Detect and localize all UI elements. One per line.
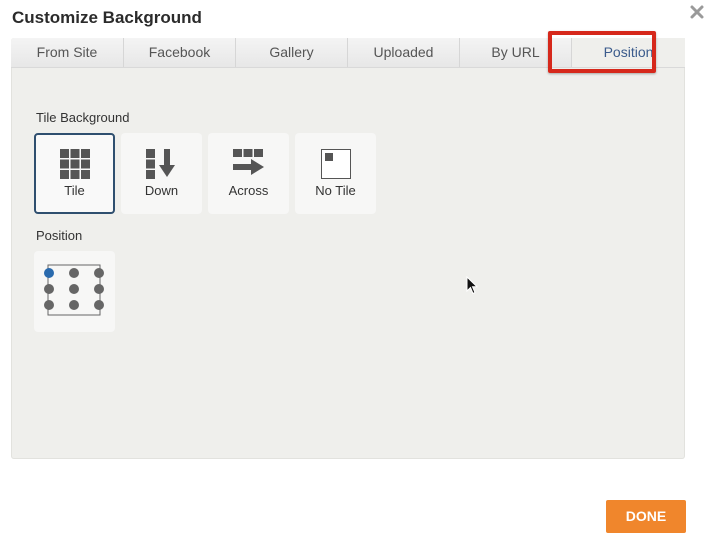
tab-by-url[interactable]: By URL xyxy=(460,38,572,67)
position-label: Position xyxy=(36,228,83,243)
tile-option-label: Tile xyxy=(64,183,85,198)
tab-gallery[interactable]: Gallery xyxy=(236,38,348,67)
tile-option-label: Across xyxy=(228,183,269,198)
close-icon[interactable] xyxy=(688,3,706,21)
tile-option-down[interactable]: Down xyxy=(121,133,202,214)
tile-option-no-tile[interactable]: No Tile xyxy=(295,133,376,214)
close-button[interactable] xyxy=(688,3,706,21)
content-panel xyxy=(11,38,685,459)
position-grid-icon[interactable] xyxy=(34,251,115,332)
grid-tile-icon xyxy=(59,149,90,179)
no-tile-icon xyxy=(320,149,351,179)
dialog-title: Customize Background xyxy=(12,8,202,27)
tile-option-label: Down xyxy=(144,183,179,198)
tab-position[interactable]: Position xyxy=(572,38,685,67)
tile-option-tile[interactable]: Tile xyxy=(34,133,115,214)
done-button[interactable]: DONE xyxy=(606,500,686,533)
tile-background-label: Tile Background xyxy=(36,110,130,125)
tab-facebook[interactable]: Facebook xyxy=(124,38,236,67)
tab-from-site[interactable]: From Site xyxy=(11,38,124,67)
tile-option-label: No Tile xyxy=(315,183,356,198)
tile-across-icon xyxy=(232,149,264,175)
tile-option-across[interactable]: Across xyxy=(208,133,289,214)
tab-bar: From Site Facebook Gallery Uploaded By U… xyxy=(11,38,685,68)
tile-down-icon xyxy=(145,149,175,179)
position-selector[interactable] xyxy=(34,251,115,332)
tab-uploaded[interactable]: Uploaded xyxy=(348,38,460,67)
